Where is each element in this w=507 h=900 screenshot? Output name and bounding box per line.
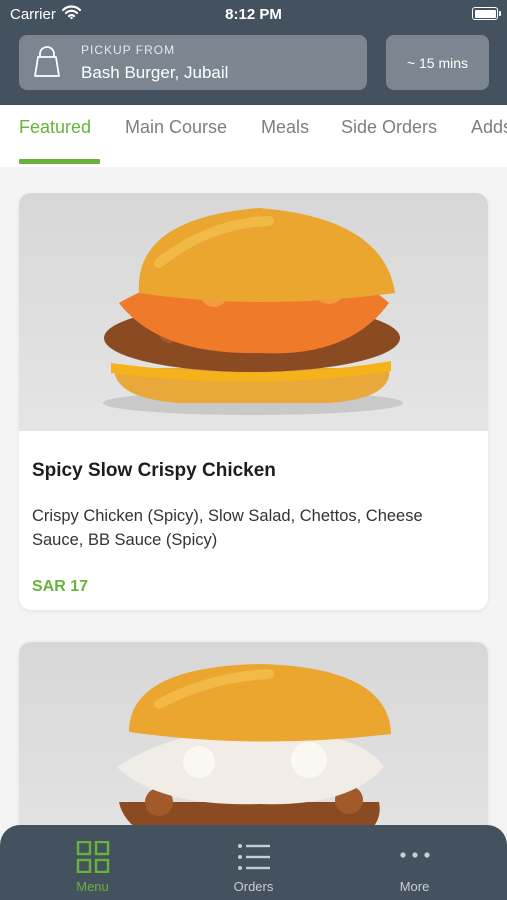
nav-more-label: More bbox=[399, 879, 430, 894]
menu-item-card[interactable]: Spicy Slow Crispy Chicken Crispy Chicken… bbox=[19, 193, 488, 610]
category-tabs: Featured Main Course Meals Side Orders A… bbox=[0, 105, 507, 167]
status-time: 8:12 PM bbox=[225, 6, 282, 23]
eta-button[interactable]: ~ 15 mins bbox=[386, 35, 489, 90]
item-price: SAR 17 bbox=[32, 578, 89, 595]
item-name: Spicy Slow Crispy Chicken bbox=[32, 460, 276, 481]
tab-featured[interactable]: Featured bbox=[19, 117, 91, 138]
nav-orders[interactable]: Orders bbox=[169, 825, 338, 900]
tab-main-course[interactable]: Main Course bbox=[125, 117, 227, 138]
pickup-store-name: Bash Burger, Jubail bbox=[81, 63, 229, 82]
list-icon bbox=[237, 841, 271, 873]
tab-side-orders[interactable]: Side Orders bbox=[341, 117, 437, 138]
status-bar: Carrier 8:12 PM bbox=[0, 0, 507, 28]
active-tab-indicator bbox=[19, 159, 100, 164]
battery-icon bbox=[472, 7, 501, 20]
nav-more[interactable]: More bbox=[330, 825, 499, 900]
grid-icon bbox=[76, 840, 110, 874]
tab-meals[interactable]: Meals bbox=[261, 117, 309, 138]
pickup-label: PICKUP FROM bbox=[81, 43, 176, 57]
nav-menu-label: Menu bbox=[76, 879, 109, 894]
bottom-nav: Menu Orders More bbox=[0, 825, 507, 900]
nav-menu[interactable]: Menu bbox=[8, 825, 177, 900]
eta-label: ~ 15 mins bbox=[406, 54, 469, 71]
pickup-location-button[interactable]: PICKUP FROM Bash Burger, Jubail bbox=[19, 35, 367, 90]
shopping-bag-icon bbox=[32, 46, 62, 83]
burger-image bbox=[19, 193, 488, 431]
app-header: Carrier 8:12 PM PICKUP FROM Bash Burger,… bbox=[0, 0, 507, 105]
nav-orders-label: Orders bbox=[233, 879, 274, 894]
more-dots-icon bbox=[398, 841, 432, 873]
tab-adds[interactable]: Adds bbox=[471, 117, 507, 138]
item-description: Crispy Chicken (Spicy), Slow Salad, Chet… bbox=[32, 507, 423, 549]
